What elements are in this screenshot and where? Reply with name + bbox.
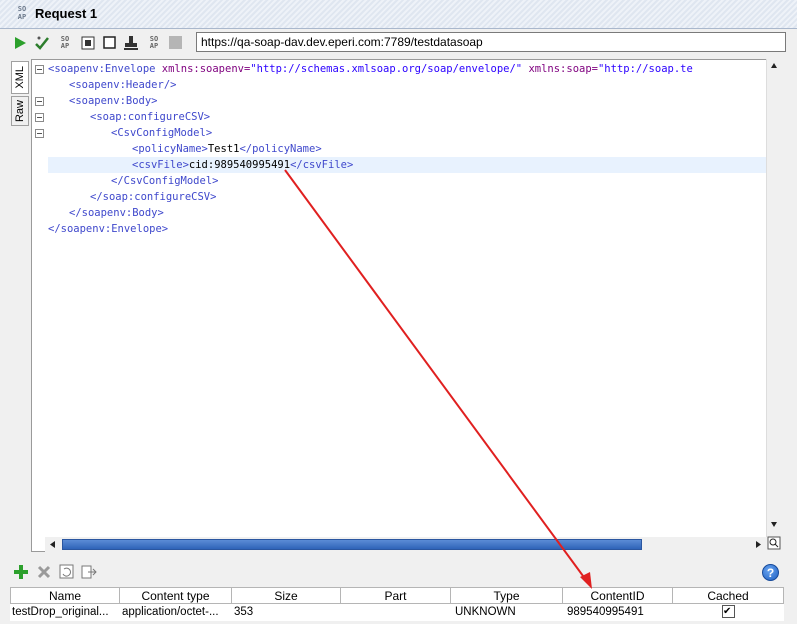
- add-attachment-icon[interactable]: [13, 564, 29, 580]
- soap-badge-icon: SO AP: [17, 5, 27, 21]
- column-header-content-id[interactable]: ContentID: [563, 587, 673, 604]
- attachments-toolbar: [0, 561, 797, 585]
- table-row[interactable]: testDrop_original... application/octet-.…: [10, 604, 784, 621]
- export-attachment-icon[interactable]: [81, 564, 97, 580]
- stamp-icon[interactable]: [122, 34, 140, 52]
- column-header-content-type[interactable]: Content type: [120, 587, 232, 604]
- cell-part: [341, 604, 451, 621]
- cell-name: testDrop_original...: [10, 604, 120, 621]
- code-line: <soapenv:Body>: [69, 95, 158, 107]
- attachments-table: Name Content type Size Part Type Content…: [10, 587, 784, 621]
- scroll-thumb[interactable]: [62, 539, 642, 550]
- code-line: </soap:configureCSV>: [90, 191, 217, 203]
- reload-attachment-icon[interactable]: [59, 564, 75, 580]
- column-header-cached[interactable]: Cached: [673, 587, 784, 604]
- cell-content-type: application/octet-...: [120, 604, 232, 621]
- column-header-name[interactable]: Name: [10, 587, 120, 604]
- stop-icon[interactable]: [101, 34, 119, 52]
- code-line: </soapenv:Envelope>: [48, 223, 169, 235]
- column-header-type[interactable]: Type: [451, 587, 563, 604]
- cell-type: UNKNOWN: [451, 604, 563, 621]
- code-line: </CsvConfigModel>: [111, 175, 219, 187]
- soap-icon[interactable]: SO AP: [145, 34, 163, 52]
- code-line: <CsvConfigModel>: [111, 127, 213, 139]
- endpoint-url-input[interactable]: https://qa-soap-dav.dev.eperi.com:7789/t…: [196, 32, 786, 52]
- fold-toggle-icon[interactable]: [35, 129, 44, 138]
- request-toolbar: SO AP SO AP https://qa-soap-dav.dev.eperi.…: [0, 29, 797, 57]
- column-header-part[interactable]: Part: [341, 587, 451, 604]
- editor-view-tabs: XML Raw: [11, 61, 31, 128]
- tab-xml[interactable]: XML: [11, 61, 29, 94]
- window-title: Request 1: [35, 6, 98, 21]
- format-icon[interactable]: [79, 34, 97, 52]
- code-line: <policyName>Test1</policyName>: [132, 143, 322, 155]
- column-header-size[interactable]: Size: [232, 587, 341, 604]
- cell-cached: [673, 604, 784, 621]
- cell-size: 353: [232, 604, 341, 621]
- code-line: <soap:configureCSV>: [90, 111, 211, 123]
- title-bar: SO AP Request 1: [0, 0, 797, 29]
- code-line: <soapenv:Envelope xmlns:soapenv="http://…: [48, 63, 693, 75]
- table-header: Name Content type Size Part Type Content…: [10, 587, 784, 604]
- code-line: </soapenv:Body>: [69, 207, 164, 219]
- vertical-scrollbar[interactable]: [766, 59, 781, 552]
- fold-toggle-icon[interactable]: [35, 65, 44, 74]
- tab-raw[interactable]: Raw: [11, 96, 29, 126]
- run-icon[interactable]: [11, 34, 29, 52]
- soap-icon[interactable]: SO AP: [56, 34, 74, 52]
- remove-attachment-icon[interactable]: [36, 564, 52, 580]
- fold-toggle-icon[interactable]: [35, 97, 44, 106]
- fold-toggle-icon[interactable]: [35, 113, 44, 122]
- fold-gutter: [32, 60, 48, 551]
- xml-editor[interactable]: <soapenv:Envelope xmlns:soapenv="http://…: [31, 59, 781, 552]
- help-icon[interactable]: ?: [762, 564, 779, 581]
- horizontal-scrollbar[interactable]: [45, 537, 767, 552]
- stop-icon[interactable]: [167, 34, 185, 52]
- code-line: <soapenv:Header/>: [69, 79, 177, 91]
- cell-content-id: 989540995491: [563, 604, 673, 621]
- cached-checkbox[interactable]: [722, 604, 735, 620]
- validate-icon[interactable]: [33, 34, 51, 52]
- code-line: <csvFile>cid:989540995491</csvFile>: [132, 159, 354, 171]
